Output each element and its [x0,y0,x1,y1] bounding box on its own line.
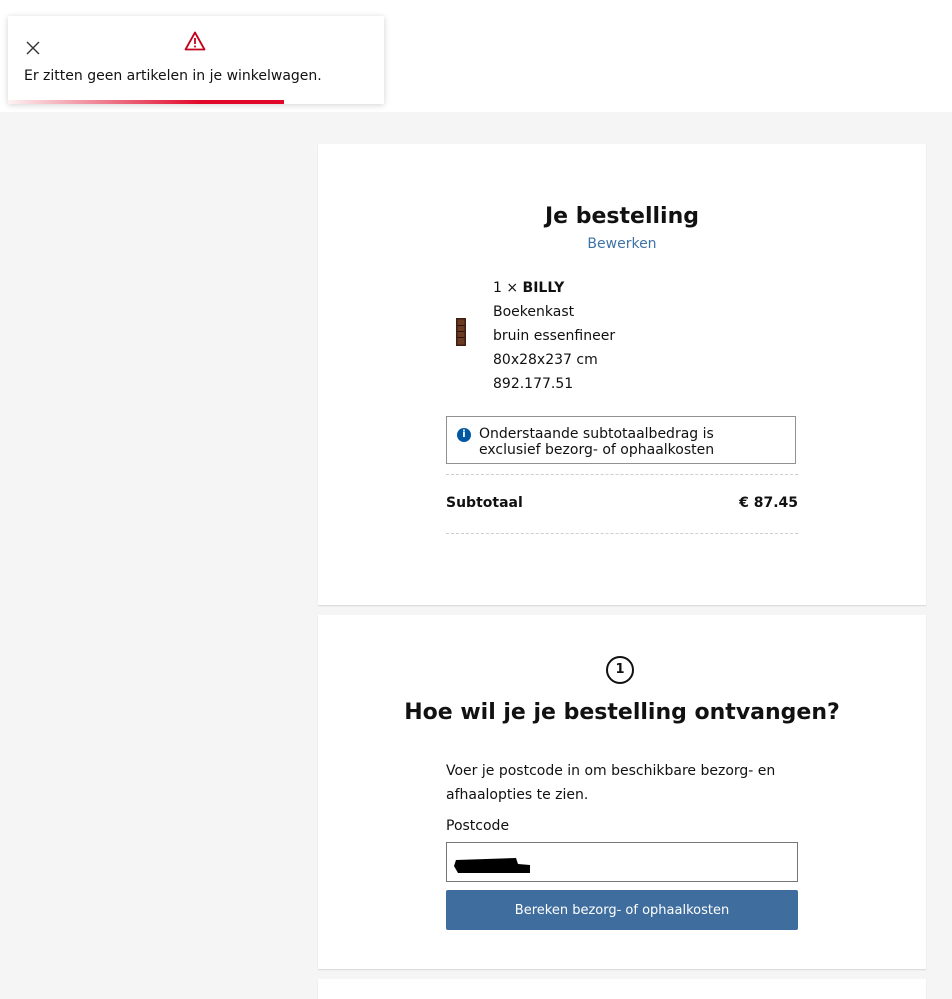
product-name: BILLY [522,280,565,296]
product-color: bruin essenfineer [493,328,616,344]
edit-order-link[interactable]: Bewerken [318,236,926,252]
info-icon: i [457,428,471,442]
postcode-input[interactable] [446,842,798,882]
toast-progress-bar [8,100,284,104]
product-dimensions: 80x28x237 cm [493,352,598,368]
product-quantity: 1 × [493,280,523,296]
delivery-title: Hoe wil je je bestelling ontvangen? [404,700,840,725]
order-summary-card: Je bestelling Bewerken 1 × BILLY Boekenk… [318,144,926,605]
delivery-step-card: 1 Hoe wil je je bestelling ontvangen? Vo… [318,615,926,969]
step-number-badge: 1 [606,656,634,684]
subtotal-value: € 87.45 [739,495,798,511]
calculate-delivery-button[interactable]: Bereken bezorg- of ophaalkosten [446,890,798,930]
order-title: Je bestelling [545,204,699,229]
close-icon[interactable] [25,40,41,56]
warning-triangle-icon [184,31,206,51]
product-article-number: 892.177.51 [493,376,574,392]
product-type: Boekenkast [493,304,575,320]
product-title-line: 1 × BILLY [493,276,615,300]
redacted-postcode-value [454,858,530,873]
next-step-card [318,979,926,999]
product-thumbnail [456,318,466,346]
delivery-description: Voer je postcode in om beschikbare bezor… [446,763,776,803]
divider [446,533,798,534]
divider [446,474,798,475]
postcode-label: Postcode [446,818,510,834]
product-details: 1 × BILLY Boekenkast bruin essenfineer 8… [493,276,615,396]
toast-notification: Er zitten geen artikelen in je winkelwag… [8,16,384,104]
subtotal-info-text: Onderstaande subtotaalbedrag is exclusie… [479,426,715,458]
subtotal-info-box: i Onderstaande subtotaalbedrag is exclus… [446,416,796,464]
toast-message: Er zitten geen artikelen in je winkelwag… [24,68,322,84]
